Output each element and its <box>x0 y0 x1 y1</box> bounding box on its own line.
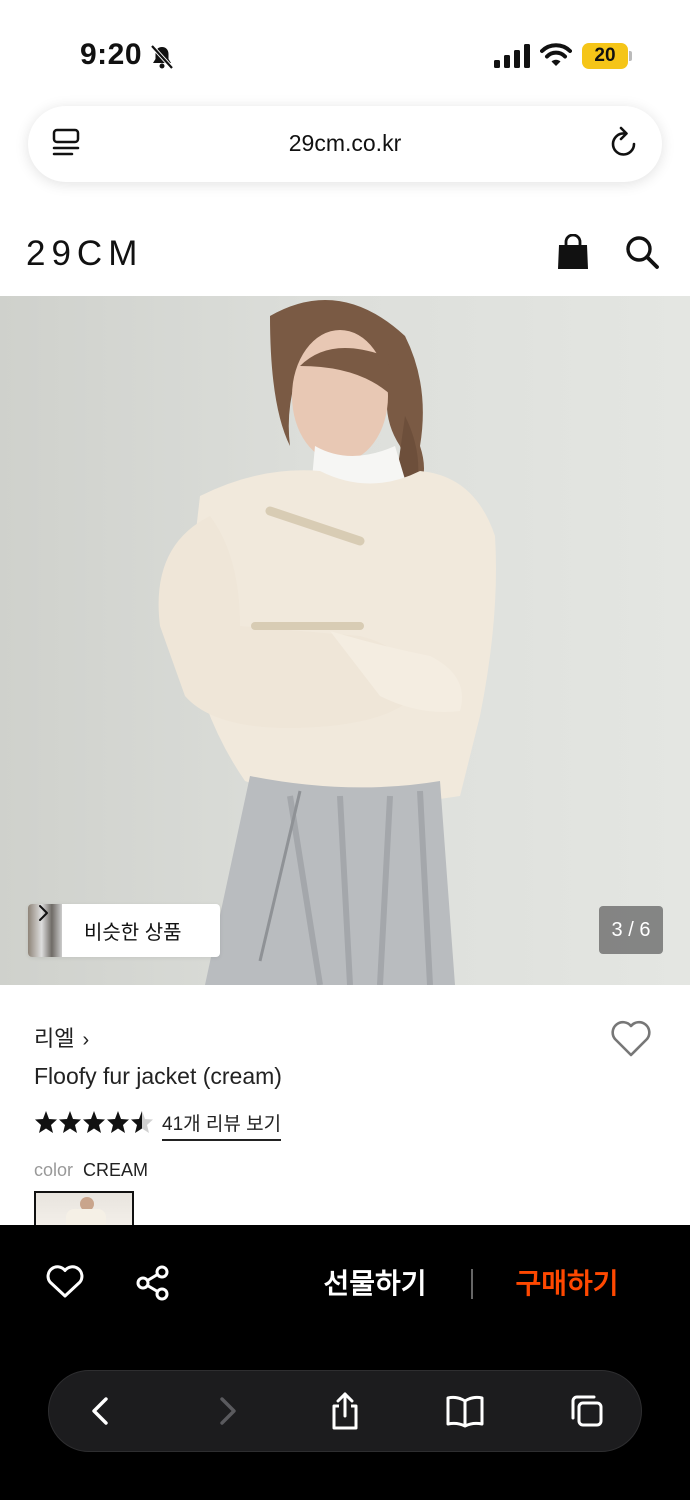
address-bar[interactable]: 29cm.co.kr <box>28 106 662 182</box>
similar-products-button[interactable]: 비슷한 상품 <box>28 904 220 957</box>
chevron-right-icon <box>39 905 48 921</box>
browser-toolbar <box>48 1370 642 1452</box>
search-icon[interactable] <box>624 234 660 270</box>
product-photo <box>158 300 496 985</box>
product-info: 리엘 › Floofy fur jacket (cream) 41개 리뷰 보기 … <box>0 985 690 1225</box>
bookmarks-icon[interactable] <box>445 1391 485 1431</box>
status-bar: 9:20 20 <box>0 0 690 100</box>
product-image[interactable]: 비슷한 상품 3 / 6 <box>0 296 690 985</box>
image-pager: 3 / 6 <box>599 906 663 954</box>
reviews-link[interactable]: 41개 리뷰 보기 <box>162 1109 282 1141</box>
back-icon[interactable] <box>81 1391 121 1431</box>
button-divider <box>471 1269 473 1299</box>
purchase-bar: 선물하기 구매하기 <box>0 1225 690 1343</box>
site-header: 29CM <box>0 210 690 296</box>
battery-tip <box>629 51 632 61</box>
bell-slash-icon <box>150 44 174 70</box>
reload-icon[interactable] <box>608 126 640 160</box>
site-logo[interactable]: 29CM <box>26 234 143 274</box>
brand-name: 리엘 <box>34 1026 75 1051</box>
status-time: 9:20 <box>80 38 143 71</box>
wishlist-heart-icon[interactable] <box>46 1265 84 1299</box>
brand-chevron: › <box>82 1029 90 1051</box>
rating-stars <box>35 1111 153 1133</box>
gift-button[interactable]: 선물하기 <box>300 1261 450 1307</box>
color-value: CREAM <box>83 1160 149 1180</box>
forward-icon[interactable] <box>207 1391 247 1431</box>
share-icon[interactable] <box>136 1265 170 1301</box>
color-label: color <box>34 1160 74 1180</box>
buy-button[interactable]: 구매하기 <box>492 1261 642 1307</box>
color-row: color CREAM <box>34 1160 148 1181</box>
color-swatch-cream[interactable] <box>34 1191 134 1225</box>
battery-indicator: 20 <box>582 43 628 69</box>
similar-products-label: 비슷한 상품 <box>84 922 182 944</box>
tabs-overview-icon[interactable] <box>567 1391 607 1431</box>
browser-toolbar-area <box>0 1343 690 1500</box>
bag-icon[interactable] <box>556 234 590 270</box>
signal-icon <box>494 44 530 68</box>
swatch-body <box>66 1209 106 1225</box>
share-up-icon[interactable] <box>325 1391 365 1431</box>
wifi-icon <box>540 43 572 66</box>
url-text[interactable]: 29cm.co.kr <box>28 130 662 157</box>
product-name: Floofy fur jacket (cream) <box>34 1063 282 1089</box>
heart-icon[interactable] <box>610 1020 652 1058</box>
brand-link[interactable]: 리엘 › <box>34 1021 89 1053</box>
